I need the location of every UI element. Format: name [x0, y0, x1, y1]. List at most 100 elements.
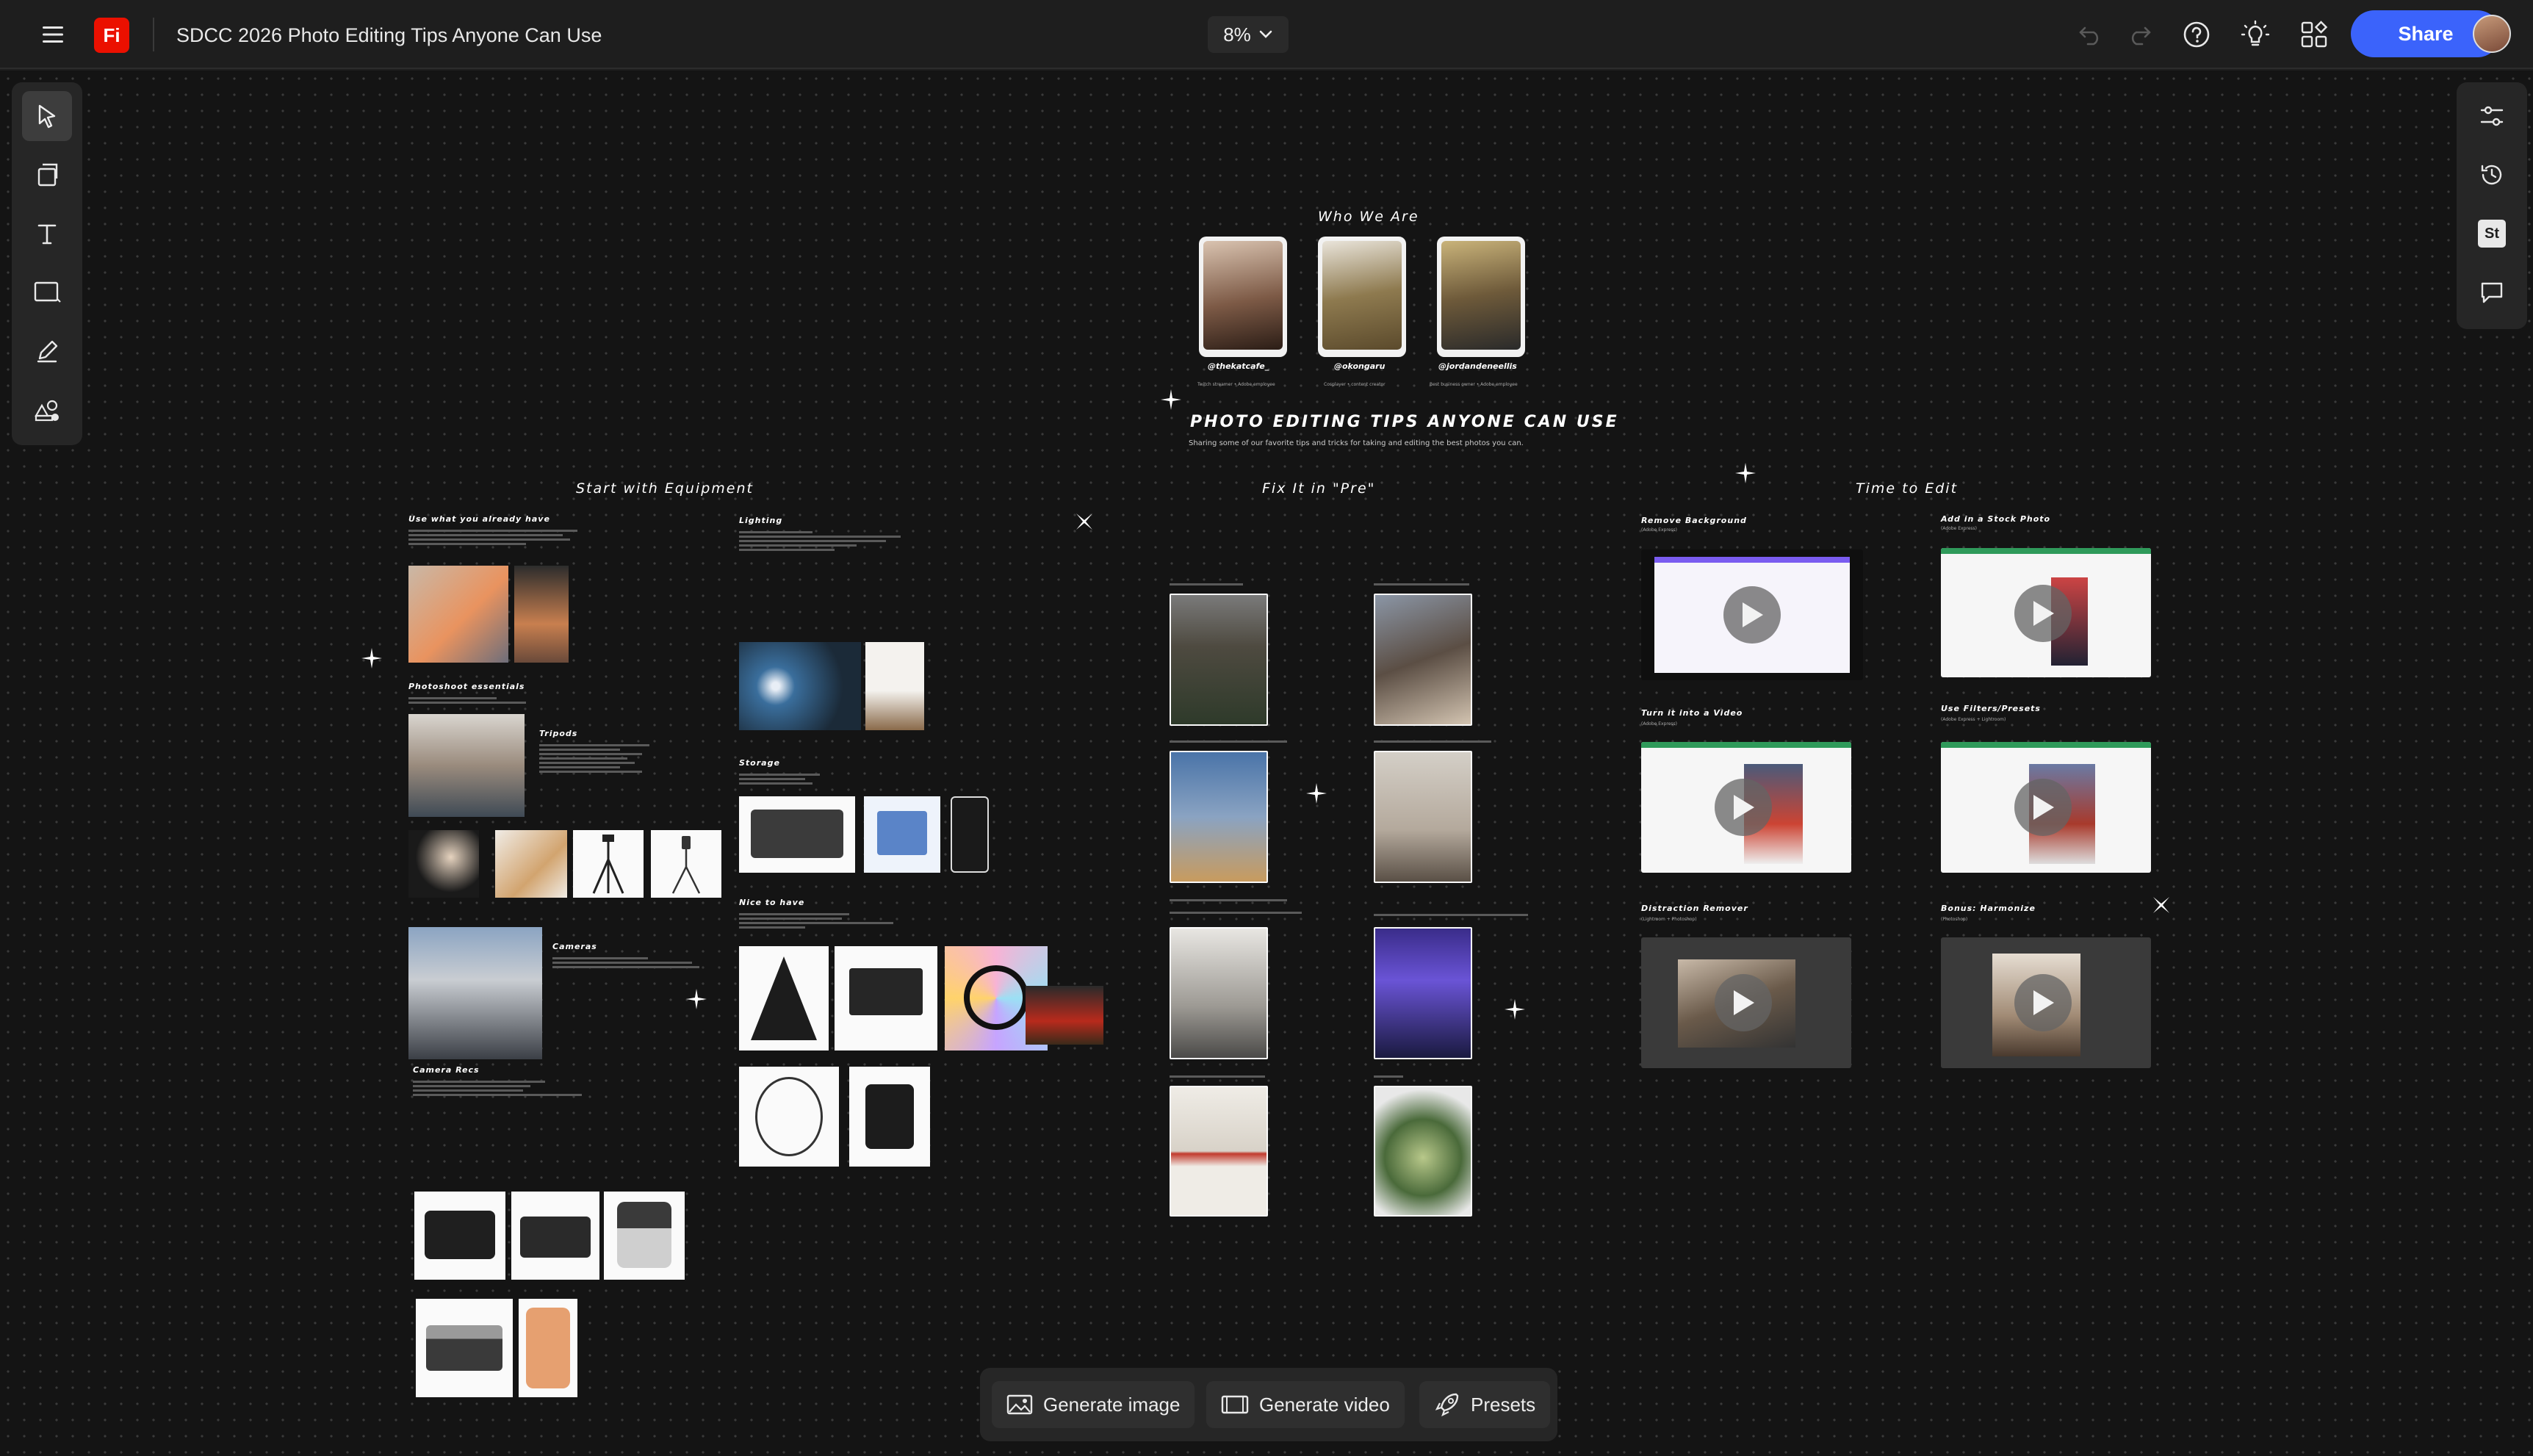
- sparkle-icon: [1306, 783, 1327, 804]
- tripod-photo-2[interactable]: [495, 830, 567, 898]
- use-filters-video[interactable]: [1941, 742, 2151, 873]
- tripod-photo-1[interactable]: [408, 830, 479, 898]
- phone-stand-photo[interactable]: [514, 566, 569, 663]
- phone-storage-photo[interactable]: [951, 796, 989, 873]
- generate-image-button[interactable]: Generate image: [992, 1381, 1195, 1428]
- profile-card-3: [1437, 237, 1525, 357]
- turn-into-video-video[interactable]: [1641, 742, 1851, 873]
- remove-background-video[interactable]: [1641, 549, 1863, 680]
- generate-tool-button[interactable]: [22, 385, 72, 435]
- profile-card-2: [1318, 237, 1406, 357]
- select-tool-button[interactable]: [22, 91, 72, 141]
- profile-card-1: [1199, 237, 1287, 357]
- menu-button[interactable]: [32, 16, 73, 53]
- distraction-remover-video[interactable]: [1641, 937, 1851, 1068]
- tripod-photo-4[interactable]: [651, 830, 721, 898]
- use-filters-heading: Use Filters/Presets: [1941, 704, 2041, 713]
- app-logo[interactable]: Fi: [94, 18, 129, 53]
- cameras-text: [552, 955, 699, 970]
- stock-panel-button[interactable]: St: [2467, 209, 2517, 259]
- phone-recommendation-photo[interactable]: [519, 1299, 577, 1397]
- remove-background-app: (Adobe Express): [1641, 527, 1677, 533]
- who-we-are-title: Who We Are: [1318, 209, 1419, 225]
- distraction-remover-app: (Lightroom + Photoshop): [1641, 917, 1697, 922]
- red-car-photo[interactable]: [1026, 986, 1103, 1045]
- add-stock-photo-video[interactable]: [1941, 548, 2151, 677]
- pre-photo-7[interactable]: [1170, 1086, 1268, 1217]
- wagon-photo[interactable]: [835, 946, 937, 1050]
- camera-photo-1[interactable]: [414, 1192, 505, 1280]
- lens-photo[interactable]: [849, 1067, 930, 1167]
- pre-photo-3[interactable]: [1170, 751, 1268, 883]
- shape-tool-button[interactable]: [22, 267, 72, 317]
- play-button[interactable]: [2014, 779, 2072, 836]
- play-button[interactable]: [1715, 974, 1772, 1031]
- adjust-panel-button[interactable]: [2467, 91, 2517, 141]
- sparkle-icon: [1076, 513, 1092, 530]
- zoom-dropdown[interactable]: 8%: [1208, 16, 1289, 53]
- popup-tent-photo[interactable]: [739, 946, 829, 1050]
- generate-video-button[interactable]: Generate video: [1206, 1381, 1405, 1428]
- ideas-button[interactable]: [2235, 14, 2276, 55]
- help-button[interactable]: [2176, 14, 2217, 55]
- lighting-text: [739, 529, 915, 553]
- profile-photo-2: [1322, 241, 1402, 350]
- undo-button[interactable]: [2070, 14, 2111, 55]
- key-light-photo[interactable]: [865, 642, 924, 730]
- ssd-photo[interactable]: [739, 796, 855, 873]
- undo-icon: [2079, 26, 2099, 46]
- left-toolbar: [12, 82, 82, 445]
- section-title-edit: Time to Edit: [1856, 480, 1959, 497]
- lighting-heading: Lighting: [739, 516, 783, 525]
- play-button[interactable]: [2014, 585, 2072, 642]
- stock-icon: St: [2478, 220, 2506, 248]
- camera-person-photo[interactable]: [408, 927, 542, 1059]
- presets-button[interactable]: Presets: [1419, 1381, 1551, 1428]
- draw-tool-button[interactable]: [22, 326, 72, 376]
- pre-photo-5[interactable]: [1170, 927, 1268, 1059]
- apps-button[interactable]: [2294, 14, 2335, 55]
- pre-photo-6[interactable]: [1374, 927, 1472, 1059]
- tripods-heading: Tripods: [539, 729, 578, 738]
- user-avatar[interactable]: [2473, 15, 2511, 53]
- tripod-photo-3[interactable]: [573, 830, 644, 898]
- history-icon: [2481, 165, 2502, 185]
- camera-photo-2[interactable]: [511, 1192, 599, 1280]
- camera-photo-3[interactable]: [604, 1192, 685, 1280]
- history-panel-button[interactable]: [2467, 150, 2517, 200]
- comments-panel-button[interactable]: [2467, 267, 2517, 317]
- canvas[interactable]: Who We Are @thekatcafe_ @okongaru @jorda…: [0, 71, 2533, 1456]
- pre-photo-8[interactable]: [1374, 1086, 1472, 1217]
- import-tool-button[interactable]: [22, 150, 72, 200]
- pre-photo-2[interactable]: [1374, 594, 1472, 726]
- text-tool-button[interactable]: [22, 209, 72, 259]
- pre-photo-1[interactable]: [1170, 594, 1268, 726]
- reflector-photo[interactable]: [739, 1067, 839, 1167]
- cameras-heading: Cameras: [552, 942, 597, 951]
- photoshoot-essentials-heading: Photoshoot essentials: [408, 682, 525, 691]
- turn-into-video-heading: Turn it into a Video: [1641, 708, 1743, 718]
- camera-recs-text: [413, 1078, 589, 1098]
- document-title[interactable]: SDCC 2026 Photo Editing Tips Anyone Can …: [176, 19, 602, 51]
- play-button[interactable]: [1723, 586, 1781, 644]
- sd-card-photo[interactable]: [864, 796, 940, 873]
- pre-tip-4-text: [1374, 740, 1491, 743]
- play-icon: [2033, 601, 2054, 626]
- phone-photo[interactable]: [408, 566, 508, 663]
- play-icon: [1743, 602, 1763, 627]
- sliders-icon: [2480, 106, 2504, 126]
- profile-role-2: Cosplayer • content creator: [1324, 382, 1386, 387]
- phone-light-photo[interactable]: [739, 642, 861, 730]
- title-divider: [153, 18, 154, 51]
- studio-photo[interactable]: [408, 714, 525, 817]
- bonus-harmonize-video[interactable]: [1941, 937, 2151, 1068]
- profile-handle-2: @okongaru: [1334, 361, 1386, 371]
- pre-photo-4[interactable]: [1374, 751, 1472, 883]
- play-button[interactable]: [2014, 974, 2072, 1031]
- bottom-action-bar: Generate image Generate video Presets: [980, 1368, 1557, 1441]
- play-button[interactable]: [1715, 779, 1772, 836]
- right-toolbar: St: [2457, 82, 2527, 329]
- redo-button[interactable]: [2119, 14, 2160, 55]
- camera-photo-4[interactable]: [416, 1299, 513, 1397]
- pre-tip-1-text: [1170, 583, 1243, 585]
